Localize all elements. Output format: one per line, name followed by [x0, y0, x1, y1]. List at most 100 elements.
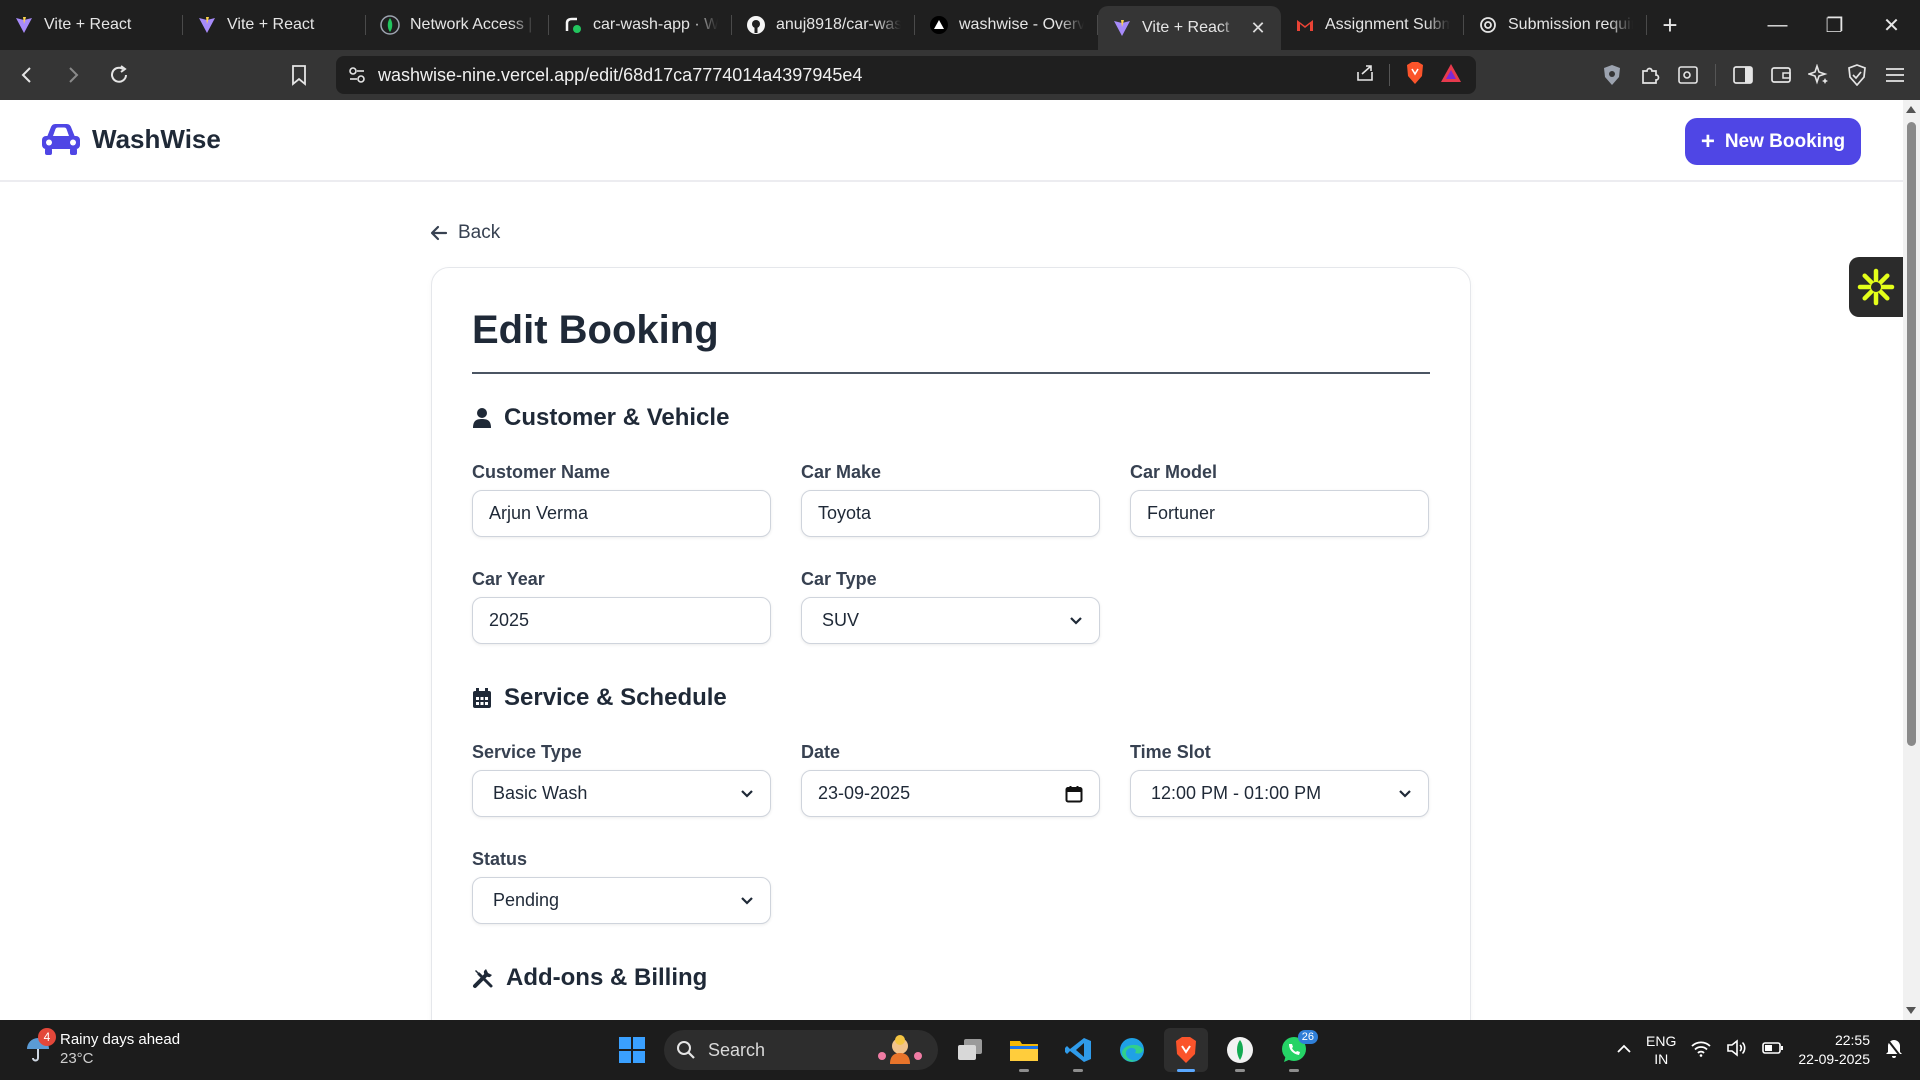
- edge-icon: [1120, 1038, 1144, 1062]
- battery-icon[interactable]: [1762, 1041, 1784, 1060]
- section-customer-vehicle: Customer & Vehicle: [472, 404, 729, 432]
- weather-widget[interactable]: 4 Rainy days ahead 23°C: [24, 1028, 180, 1068]
- chevron-up-icon[interactable]: [1616, 1041, 1632, 1059]
- time-slot-select[interactable]: 12:00 PM - 01:00 PM: [1130, 770, 1429, 817]
- floating-widget-button[interactable]: [1849, 257, 1903, 317]
- bookmark-button[interactable]: [280, 56, 318, 94]
- tab-title: Network Access | C: [410, 16, 535, 33]
- whatsapp-app[interactable]: 26: [1272, 1028, 1318, 1072]
- service-type-select[interactable]: Basic Wash: [472, 770, 771, 817]
- menu-button[interactable]: [1878, 56, 1912, 94]
- calendar-picker-icon[interactable]: [1065, 785, 1083, 803]
- car-make-input[interactable]: Toyota: [801, 490, 1100, 537]
- wallet-button[interactable]: [1764, 56, 1798, 94]
- restore-button[interactable]: ❐: [1806, 0, 1863, 50]
- divider: [1389, 64, 1390, 86]
- car-model-input[interactable]: Fortuner: [1130, 490, 1429, 537]
- page-scrollbar[interactable]: [1903, 100, 1920, 1020]
- vscode-icon: [1065, 1038, 1091, 1062]
- media-search-icon: [1678, 66, 1698, 84]
- browser-tab[interactable]: washwise - Overvi: [915, 0, 1098, 50]
- tab-title: Vite + React: [44, 16, 132, 33]
- browser-tab[interactable]: anuj8918/car-wasl: [732, 0, 915, 50]
- reload-button[interactable]: [100, 56, 138, 94]
- service-type-label: Service Type: [472, 742, 582, 762]
- close-window-button[interactable]: ✕: [1863, 0, 1920, 50]
- hamburger-icon: [1886, 68, 1904, 82]
- browser-toolbar: washwise-nine.vercel.app/edit/68d17ca777…: [0, 50, 1920, 100]
- browser-tab-active[interactable]: Vite + React ✕: [1098, 6, 1281, 50]
- scroll-down-arrow[interactable]: [1906, 1007, 1916, 1014]
- tools-icon: [473, 969, 493, 988]
- scroll-up-arrow[interactable]: [1906, 106, 1916, 113]
- notification-bell-icon[interactable]: [1884, 1037, 1904, 1064]
- shield-icon: [1604, 65, 1620, 85]
- brave-shields-icon[interactable]: [1404, 61, 1426, 90]
- back-nav-button[interactable]: [8, 56, 46, 94]
- browser-tab[interactable]: Vite + React: [0, 0, 183, 50]
- input-value: 23-09-2025: [818, 783, 911, 803]
- input-value: Fortuner: [1147, 503, 1216, 523]
- leo-ai-button[interactable]: [1802, 56, 1836, 94]
- brand-name: WashWise: [92, 123, 221, 154]
- github-icon: [746, 15, 766, 35]
- forward-nav-button[interactable]: [54, 56, 92, 94]
- car-type-select[interactable]: SUV: [801, 597, 1100, 644]
- edit-booking-card: Edit Booking Customer & Vehicle Customer…: [431, 267, 1471, 1020]
- lang-top: ENG: [1646, 1033, 1677, 1049]
- system-clock[interactable]: 22:55 22-09-2025: [1798, 1031, 1870, 1069]
- running-indicator: [1235, 1069, 1245, 1072]
- folder-icon: [1010, 1041, 1038, 1061]
- browser-tab[interactable]: car-wash-app · W: [549, 0, 732, 50]
- brand[interactable]: WashWise: [40, 122, 221, 156]
- browser-tab[interactable]: Submission requir: [1464, 0, 1647, 50]
- file-explorer-app[interactable]: [1002, 1028, 1046, 1072]
- vscode-app[interactable]: [1056, 1028, 1100, 1072]
- car-year-label: Car Year: [472, 569, 545, 589]
- sidebar-button[interactable]: [1726, 56, 1760, 94]
- brave-vpn-button[interactable]: [1840, 56, 1874, 94]
- vpn-button[interactable]: [1595, 56, 1629, 94]
- whatsapp-badge: 26: [1297, 1030, 1318, 1044]
- select-value: Basic Wash: [493, 783, 588, 803]
- site-settings-icon[interactable]: [348, 66, 366, 84]
- task-view-button[interactable]: [948, 1028, 992, 1072]
- new-tab-button[interactable]: +: [1647, 0, 1693, 50]
- tab-title: car-wash-app · W: [593, 16, 718, 33]
- shield-check-icon: [1848, 64, 1866, 86]
- extensions-button[interactable]: [1633, 56, 1667, 94]
- share-icon[interactable]: [1355, 63, 1375, 88]
- new-booking-button[interactable]: + New Booking: [1685, 118, 1861, 165]
- taskbar-search[interactable]: Search: [664, 1030, 938, 1070]
- plus-icon: +: [1700, 127, 1715, 155]
- address-bar[interactable]: washwise-nine.vercel.app/edit/68d17ca777…: [336, 56, 1476, 94]
- scrollbar-thumb[interactable]: [1907, 122, 1916, 746]
- browser-tab[interactable]: Assignment Subm: [1281, 0, 1464, 50]
- volume-icon[interactable]: [1726, 1038, 1748, 1062]
- page-title: Edit Booking: [472, 308, 719, 352]
- brave-app[interactable]: [1164, 1028, 1208, 1072]
- tab-title: anuj8918/car-wasl: [776, 16, 901, 33]
- start-button[interactable]: [610, 1028, 654, 1072]
- browser-tab[interactable]: Vite + React: [183, 0, 366, 50]
- tab-title: Vite + React: [227, 16, 315, 33]
- minimize-button[interactable]: —: [1749, 0, 1806, 50]
- media-button[interactable]: [1671, 56, 1705, 94]
- clock-date: 22-09-2025: [1798, 1051, 1870, 1067]
- mongodb-compass-app[interactable]: [1218, 1028, 1262, 1072]
- wifi-icon[interactable]: [1690, 1039, 1712, 1062]
- edge-app[interactable]: [1110, 1028, 1154, 1072]
- customer-name-input[interactable]: Arjun Verma: [472, 490, 771, 537]
- car-icon: [42, 124, 80, 155]
- language-indicator[interactable]: ENG IN: [1646, 1032, 1676, 1068]
- back-link[interactable]: Back: [430, 222, 500, 244]
- mongodb-icon: [1227, 1037, 1253, 1063]
- asterisk-icon: [1857, 268, 1895, 306]
- car-year-input[interactable]: 2025: [472, 597, 771, 644]
- date-input[interactable]: 23-09-2025: [801, 770, 1100, 817]
- browser-tab[interactable]: Network Access | C: [366, 0, 549, 50]
- status-select[interactable]: Pending: [472, 877, 771, 924]
- close-tab-icon[interactable]: ✕: [1249, 18, 1267, 39]
- brave-rewards-icon[interactable]: [1440, 63, 1462, 88]
- user-icon: [473, 408, 491, 428]
